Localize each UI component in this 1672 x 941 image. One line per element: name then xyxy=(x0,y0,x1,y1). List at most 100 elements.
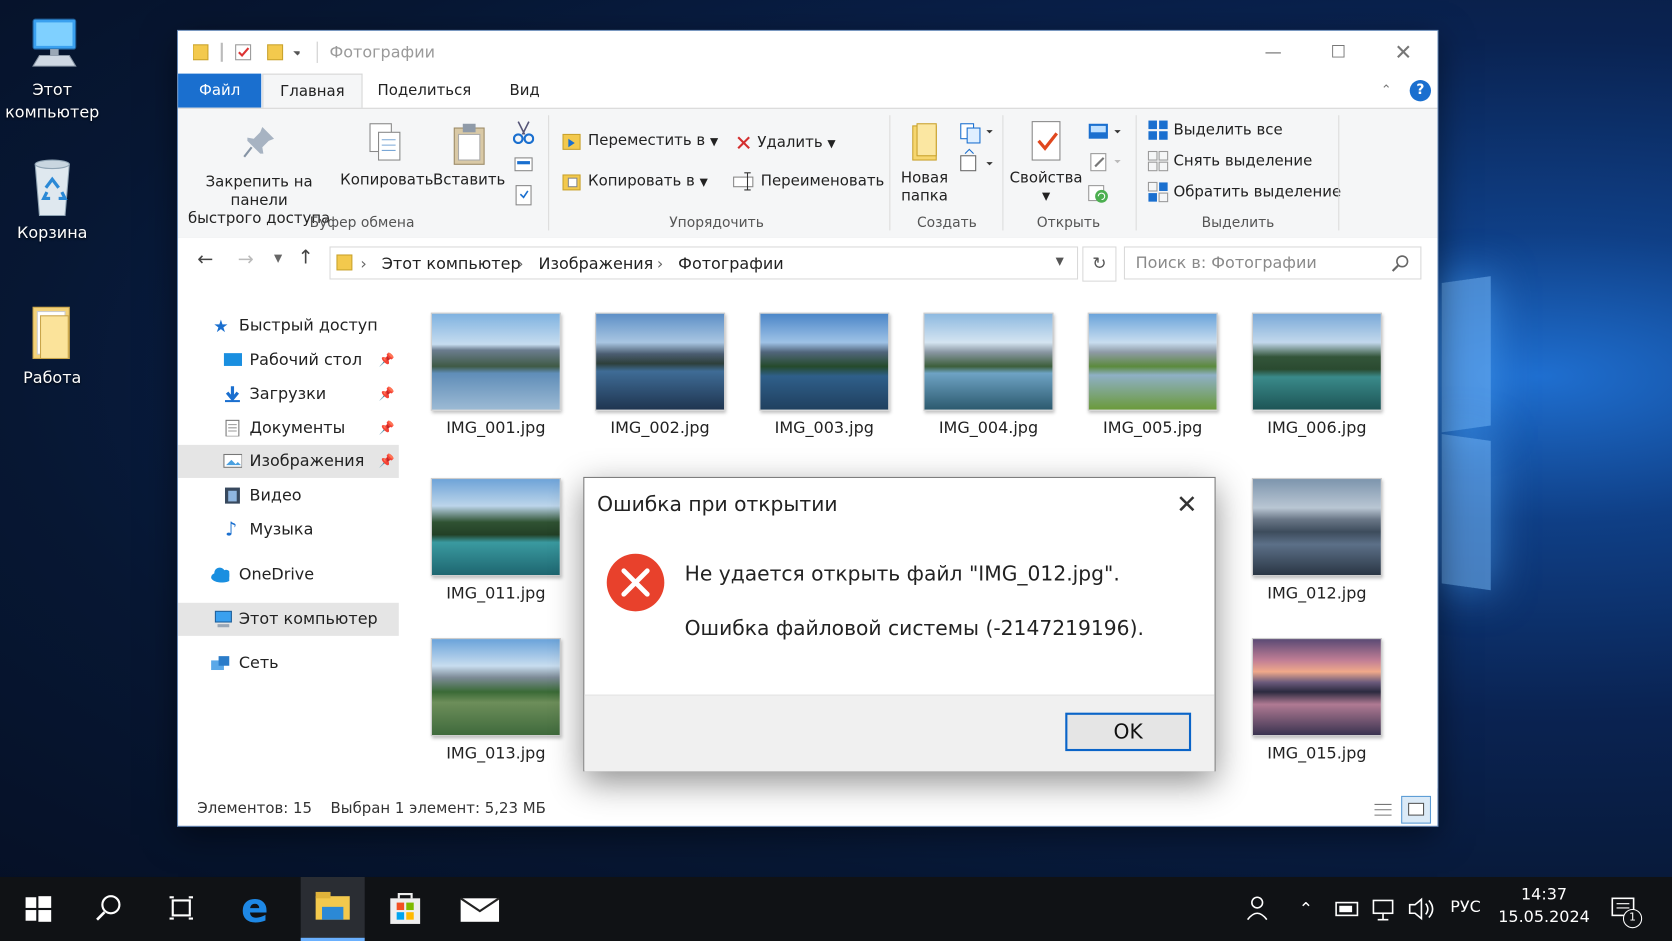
small-clipboard-icons[interactable] xyxy=(512,119,535,211)
new-folder-button[interactable]: Новая папка xyxy=(895,122,955,206)
file-name: IMG_001.jpg xyxy=(446,418,546,438)
photo-thumbnail xyxy=(430,477,561,577)
up-arrow-icon[interactable]: ↑ xyxy=(298,246,314,268)
copy-to-button[interactable]: Копировать в ▼ xyxy=(562,171,708,192)
select-none-label: Снять выделение xyxy=(1173,152,1313,170)
tab-file[interactable]: Файл xyxy=(178,73,262,108)
breadcrumb-separator-icon: › xyxy=(360,253,367,274)
breadcrumb-photos[interactable]: Фотографии xyxy=(678,254,783,273)
ok-button[interactable]: OK xyxy=(1065,712,1192,752)
language-indicator[interactable]: РУС xyxy=(1450,897,1481,941)
breadcrumb-pictures[interactable]: Изображения xyxy=(538,254,653,273)
nav-documents[interactable]: Документы 📌 xyxy=(178,412,399,445)
store-button[interactable] xyxy=(373,877,437,941)
windows-start-icon xyxy=(25,896,52,922)
back-arrow-icon[interactable]: ← xyxy=(197,249,213,271)
tab-view[interactable]: Вид xyxy=(496,74,554,108)
edge-button[interactable]: e xyxy=(226,877,290,941)
start-button[interactable] xyxy=(4,877,68,941)
collapse-ribbon-icon[interactable]: ⌃ xyxy=(1381,82,1392,97)
volume-icon[interactable] xyxy=(1405,877,1435,941)
nav-network[interactable]: Сеть xyxy=(178,647,399,680)
forward-arrow-icon[interactable]: → xyxy=(238,249,254,271)
show-hidden-icons-icon[interactable]: ⌃ xyxy=(1299,898,1313,941)
file-item[interactable]: IMG_015.jpg xyxy=(1251,638,1383,763)
rename-button[interactable]: Переименовать xyxy=(733,171,884,192)
pin-quick-access-button[interactable]: Закрепить на панели быстрого доступа xyxy=(184,124,333,229)
desktop-icon-recycle-bin[interactable]: Корзина xyxy=(1,156,103,245)
recent-locations-icon[interactable]: ▼ xyxy=(274,253,282,265)
select-none-button[interactable]: Снять выделение xyxy=(1147,150,1313,172)
tab-share[interactable]: Поделиться xyxy=(368,74,481,108)
task-view-button[interactable] xyxy=(149,877,213,941)
notification-glyph xyxy=(1611,897,1635,917)
quick-access-toolbar[interactable] xyxy=(193,42,300,62)
nav-videos[interactable]: Видео xyxy=(178,479,399,512)
network-glyph xyxy=(1372,899,1394,921)
file-item[interactable]: IMG_001.jpg xyxy=(430,312,562,438)
battery-icon[interactable] xyxy=(1333,877,1363,941)
select-all-button[interactable]: Выделить все xyxy=(1147,119,1283,140)
pin-icon xyxy=(243,126,275,158)
refresh-icon[interactable]: ↻ xyxy=(1082,246,1117,282)
nav-pictures[interactable]: Изображения 📌 xyxy=(178,444,399,478)
ribbon-separator xyxy=(1002,115,1004,231)
pin-icon: 📌 xyxy=(378,352,395,368)
details-view-icon[interactable] xyxy=(1372,801,1393,818)
maximize-button[interactable]: ☐ xyxy=(1314,39,1363,65)
delete-button[interactable]: ✕ Удалить ▼ xyxy=(735,130,836,156)
windows-wallpaper-logo xyxy=(1441,256,1655,608)
invert-selection-button[interactable]: Обратить выделение xyxy=(1147,181,1341,203)
file-item-selected[interactable]: IMG_012.jpg xyxy=(1251,477,1383,603)
desktop-icon-work-folder[interactable]: Работа xyxy=(1,301,103,390)
nav-music[interactable]: ♪ Музыка xyxy=(178,513,399,546)
file-item[interactable]: IMG_003.jpg xyxy=(758,312,890,437)
file-item[interactable]: IMG_005.jpg xyxy=(1087,312,1219,437)
file-item[interactable]: IMG_002.jpg xyxy=(594,312,726,437)
new-folder-icon xyxy=(912,123,937,161)
breadcrumb-separator-icon: › xyxy=(656,253,664,274)
file-item[interactable]: IMG_006.jpg xyxy=(1251,312,1383,437)
people-icon[interactable] xyxy=(1237,877,1275,941)
search-button[interactable] xyxy=(77,877,141,941)
mail-button[interactable] xyxy=(448,877,512,941)
address-dropdown-icon[interactable]: ▼ xyxy=(1056,256,1064,268)
photo-thumbnail xyxy=(1251,638,1382,737)
help-icon[interactable]: ? xyxy=(1409,80,1432,102)
move-to-button[interactable]: Переместить в ▼ xyxy=(562,130,718,151)
video-icon xyxy=(224,487,240,504)
nav-this-pc[interactable]: Этот компьютер xyxy=(178,602,399,636)
properties-icon xyxy=(1031,121,1061,161)
paste-button[interactable]: Вставить xyxy=(432,122,507,190)
file-item[interactable]: IMG_011.jpg xyxy=(430,477,562,603)
file-item[interactable]: IMG_013.jpg xyxy=(430,638,562,763)
breadcrumb-this-pc[interactable]: Этот компьютер xyxy=(382,254,521,273)
open-item-icons[interactable] xyxy=(1087,119,1123,206)
close-button[interactable]: ✕ xyxy=(1379,39,1428,65)
nav-label: Сеть xyxy=(238,652,279,673)
properties-dropdown-icon[interactable]: ▼ xyxy=(1008,188,1085,206)
nav-onedrive[interactable]: OneDrive xyxy=(178,558,399,591)
properties-button[interactable]: Свойства ▼ xyxy=(1008,119,1085,205)
nav-quick-access[interactable]: ★ Быстрый доступ xyxy=(178,309,399,342)
tab-home[interactable]: Главная xyxy=(262,73,363,109)
minimize-button[interactable]: — xyxy=(1249,39,1298,65)
large-icons-view-icon[interactable] xyxy=(1401,795,1432,824)
file-item[interactable]: IMG_004.jpg xyxy=(922,312,1054,437)
clock[interactable]: 14:37 15.05.2024 xyxy=(1493,877,1595,941)
copy-button[interactable]: Копировать xyxy=(340,122,433,190)
store-bag-icon xyxy=(390,892,421,924)
action-center-icon[interactable]: 1 xyxy=(1608,877,1644,941)
search-box[interactable]: Поиск в: Фотографии xyxy=(1123,246,1422,280)
nav-desktop[interactable]: Рабочий стол 📌 xyxy=(178,344,399,377)
properties-label: Свойства xyxy=(1009,169,1083,187)
nav-downloads[interactable]: Загрузки 📌 xyxy=(178,378,399,411)
dialog-close-icon[interactable]: ✕ xyxy=(1171,489,1203,521)
ribbon-separator xyxy=(1338,115,1340,231)
file-explorer-button[interactable] xyxy=(300,876,365,941)
network-tray-icon[interactable] xyxy=(1369,877,1399,941)
paste-label: Вставить xyxy=(433,171,506,189)
desktop-icon-this-pc[interactable]: Этот компьютер xyxy=(1,13,103,124)
address-bar[interactable]: › Этот компьютер › Изображения › Фотогра… xyxy=(329,246,1079,280)
new-item-icons[interactable] xyxy=(959,119,995,174)
